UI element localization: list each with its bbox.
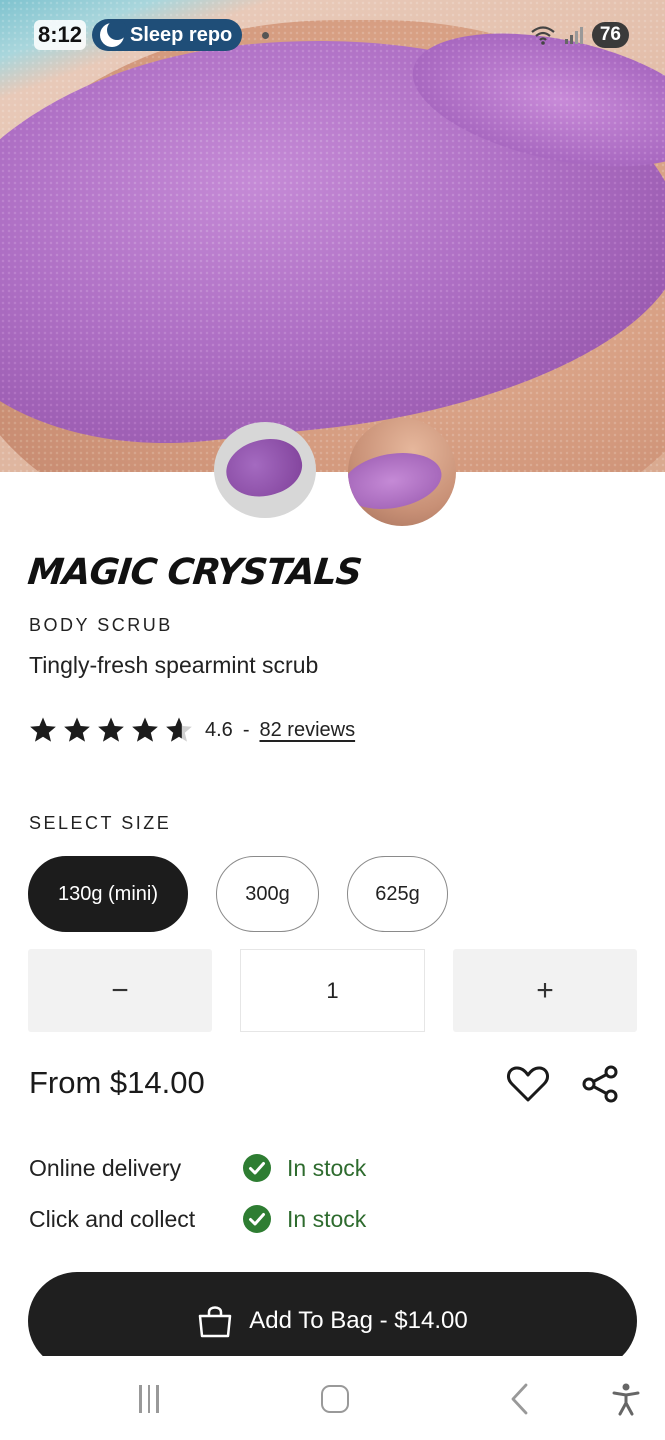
signal-icon bbox=[564, 27, 583, 44]
product-tagline: Tingly-fresh spearmint scrub bbox=[29, 652, 319, 678]
quantity-stepper: − 1 + bbox=[28, 949, 637, 1032]
status-bar: 8:12 Sleep repo 76 bbox=[0, 18, 665, 54]
accessibility-icon[interactable] bbox=[610, 1382, 642, 1416]
star-icon bbox=[64, 717, 90, 742]
heart-icon[interactable] bbox=[506, 1064, 550, 1104]
star-icon bbox=[132, 717, 158, 742]
thumbnail-product-in-use[interactable] bbox=[348, 418, 456, 526]
product-hero-image[interactable] bbox=[0, 0, 665, 472]
thumbnail-swatch-shape bbox=[219, 429, 309, 507]
battery-indicator: 76 bbox=[591, 22, 629, 48]
product-name: MAGIC CRYSTALS bbox=[25, 552, 364, 593]
moon-icon bbox=[100, 20, 127, 47]
reviews-link[interactable]: 82 reviews bbox=[259, 719, 355, 742]
availability-click-and-collect: Click and collect In stock bbox=[29, 1203, 366, 1235]
home-button[interactable] bbox=[320, 1382, 350, 1416]
recent-apps-icon-bar bbox=[139, 1385, 142, 1413]
star-icon bbox=[98, 717, 124, 742]
availability-label: Online delivery bbox=[29, 1154, 182, 1181]
size-options: 130g (mini) 300g 625g bbox=[28, 856, 448, 932]
rating-value: 4.6 bbox=[205, 718, 233, 741]
share-icon[interactable] bbox=[580, 1064, 620, 1104]
availability-status: In stock bbox=[287, 1205, 367, 1232]
size-option-300g[interactable]: 300g bbox=[216, 856, 319, 932]
status-time: 8:12 bbox=[34, 20, 87, 50]
recent-apps-button[interactable] bbox=[134, 1382, 164, 1416]
notification-label: Sleep repo bbox=[130, 23, 233, 46]
hero-texture bbox=[0, 0, 665, 472]
system-navigation-bar bbox=[0, 1356, 665, 1440]
product-rating: 4.6 - 82 reviews bbox=[29, 713, 355, 747]
recent-apps-icon-bar bbox=[147, 1385, 151, 1413]
rating-separator: - bbox=[242, 718, 250, 741]
product-category: BODY SCRUB bbox=[29, 615, 173, 635]
size-option-mini[interactable]: 130g (mini) bbox=[28, 856, 188, 932]
sleep-report-notification[interactable]: Sleep repo bbox=[92, 19, 242, 51]
recent-apps-icon-bar bbox=[156, 1385, 159, 1413]
size-option-625g[interactable]: 625g bbox=[347, 856, 448, 932]
thumbnail-swatch-shape bbox=[348, 445, 446, 517]
availability-status: In stock bbox=[287, 1154, 367, 1181]
shopping-bag-icon bbox=[199, 1306, 232, 1338]
home-icon bbox=[321, 1385, 349, 1413]
availability-online-delivery: Online delivery In stock bbox=[29, 1152, 366, 1184]
check-circle-icon bbox=[243, 1154, 271, 1182]
wifi-icon bbox=[531, 26, 555, 45]
add-to-bag-label: Add To Bag - $14.00 bbox=[249, 1307, 468, 1334]
product-price: From $14.00 bbox=[29, 1065, 205, 1100]
rating-stars bbox=[29, 716, 193, 744]
quantity-input[interactable]: 1 bbox=[240, 949, 425, 1032]
check-circle-icon bbox=[243, 1205, 271, 1233]
quantity-decrease-button[interactable]: − bbox=[28, 949, 212, 1032]
star-icon bbox=[166, 717, 192, 742]
star-icon bbox=[30, 717, 56, 742]
back-icon[interactable] bbox=[508, 1382, 532, 1416]
system-icons: 76 bbox=[530, 22, 629, 48]
thumbnail-product-swatch[interactable] bbox=[214, 422, 316, 518]
availability-label: Click and collect bbox=[29, 1205, 196, 1232]
select-size-title: SELECT SIZE bbox=[29, 813, 172, 833]
notification-dot bbox=[262, 32, 269, 39]
quantity-increase-button[interactable]: + bbox=[453, 949, 637, 1032]
